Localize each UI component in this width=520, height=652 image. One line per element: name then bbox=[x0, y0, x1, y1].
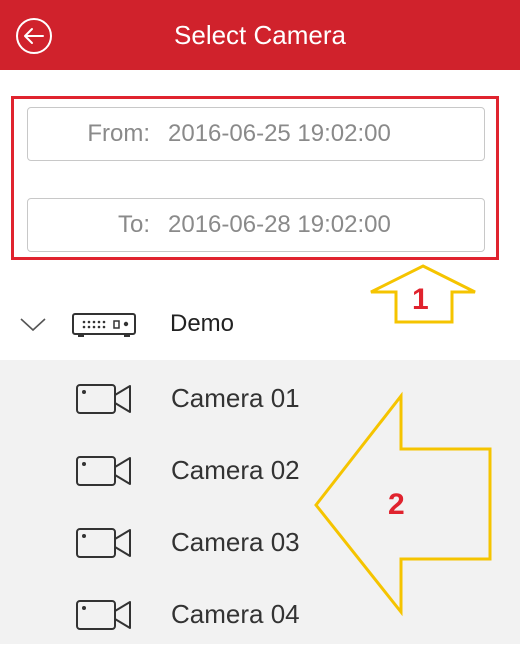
camera-item[interactable]: Camera 04 bbox=[0, 576, 520, 648]
camera-icon bbox=[76, 528, 131, 558]
camera-icon bbox=[76, 384, 131, 414]
device-name: Demo bbox=[170, 310, 235, 337]
camera-list: Camera 01 Camera 02 Camera 03 Camera 04 bbox=[0, 360, 520, 644]
camera-label: Camera 01 bbox=[171, 383, 300, 413]
annotation-number-1: 1 bbox=[412, 283, 429, 316]
chevron-down-icon[interactable] bbox=[20, 318, 46, 332]
camera-icon bbox=[76, 600, 131, 630]
camera-icon bbox=[76, 456, 131, 486]
annotation-highlight-box bbox=[11, 96, 499, 260]
page-title: Select Camera bbox=[174, 20, 346, 50]
dvr-device-icon bbox=[72, 313, 136, 337]
camera-label: Camera 03 bbox=[171, 527, 300, 557]
camera-item[interactable]: Camera 03 bbox=[0, 504, 520, 576]
camera-item[interactable]: Camera 02 bbox=[0, 432, 520, 504]
camera-label: Camera 04 bbox=[171, 599, 300, 629]
camera-item[interactable]: Camera 01 bbox=[0, 360, 520, 432]
annotation-number-2: 2 bbox=[388, 488, 405, 521]
camera-label: Camera 02 bbox=[171, 455, 300, 485]
app-header: Select Camera bbox=[0, 0, 520, 70]
